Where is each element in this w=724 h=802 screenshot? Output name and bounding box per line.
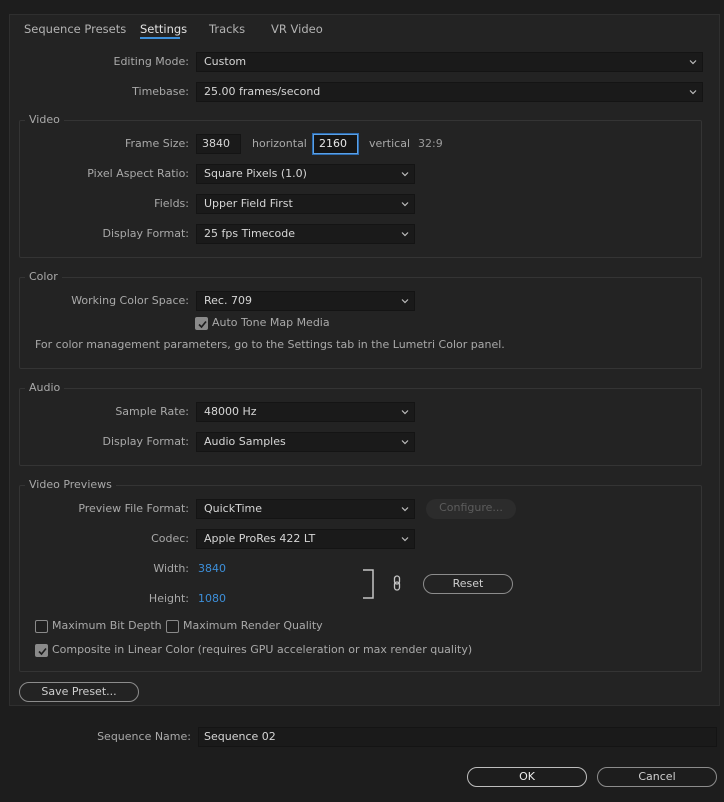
max-render-quality-label: Maximum Render Quality <box>183 619 323 632</box>
chevron-down-icon <box>401 410 409 415</box>
active-tab-indicator <box>140 37 180 39</box>
composite-linear-color-label: Composite in Linear Color (requires GPU … <box>52 643 473 656</box>
audio-group <box>19 388 702 466</box>
auto-tone-map-checkbox[interactable] <box>195 317 208 330</box>
preview-height-value[interactable]: 1080 <box>198 592 226 605</box>
composite-linear-color-checkbox[interactable] <box>35 644 48 657</box>
chevron-down-icon <box>401 232 409 237</box>
pixel-aspect-ratio-label: Pixel Aspect Ratio: <box>87 167 189 180</box>
pixel-aspect-ratio-value: Square Pixels (1.0) <box>204 167 307 180</box>
working-color-space-label: Working Color Space: <box>71 294 189 307</box>
chevron-down-icon <box>401 202 409 207</box>
tab-vr-video[interactable]: VR Video <box>271 22 323 36</box>
chevron-down-icon <box>401 440 409 445</box>
preview-height-label: Height: <box>148 592 189 605</box>
video-display-format-value: 25 fps Timecode <box>204 227 296 240</box>
fields-label: Fields: <box>154 197 189 210</box>
max-render-quality-checkbox[interactable] <box>166 620 179 633</box>
pixel-aspect-ratio-select[interactable]: Square Pixels (1.0) <box>196 164 415 184</box>
timebase-value: 25.00 frames/second <box>204 85 321 98</box>
audio-display-format-label: Display Format: <box>102 435 189 448</box>
preview-file-format-value: QuickTime <box>204 502 263 515</box>
constrain-proportions-icon[interactable] <box>392 575 402 591</box>
horizontal-label: horizontal <box>252 137 307 150</box>
sequence-name-input[interactable]: Sequence 02 <box>198 727 717 747</box>
auto-tone-map-label: Auto Tone Map Media <box>212 316 330 329</box>
fields-select[interactable]: Upper Field First <box>196 194 415 214</box>
video-display-format-select[interactable]: 25 fps Timecode <box>196 224 415 244</box>
tab-tracks[interactable]: Tracks <box>209 22 245 36</box>
sample-rate-select[interactable]: 48000 Hz <box>196 402 415 422</box>
aspect-ratio-readout: 32:9 <box>418 137 443 150</box>
timebase-select[interactable]: 25.00 frames/second <box>196 82 703 102</box>
frame-width-input[interactable]: 3840 <box>196 134 241 154</box>
ok-button[interactable]: OK <box>467 767 587 787</box>
color-group-title: Color <box>25 270 62 283</box>
audio-display-format-value: Audio Samples <box>204 435 286 448</box>
preview-file-format-label: Preview File Format: <box>78 502 189 515</box>
chevron-down-icon <box>401 299 409 304</box>
link-bracket-icon <box>363 569 374 599</box>
reset-button[interactable]: Reset <box>423 574 513 594</box>
preview-file-format-select[interactable]: QuickTime <box>196 499 415 519</box>
timebase-label: Timebase: <box>132 85 189 98</box>
editing-mode-label: Editing Mode: <box>113 55 190 68</box>
preview-width-label: Width: <box>153 562 189 575</box>
tab-settings[interactable]: Settings <box>140 22 187 36</box>
checkmark-icon <box>198 320 207 329</box>
video-group-title: Video <box>25 113 64 126</box>
save-preset-button[interactable]: Save Preset... <box>19 682 139 702</box>
editing-mode-value: Custom <box>204 55 247 68</box>
tab-sequence-presets[interactable]: Sequence Presets <box>24 22 126 36</box>
sequence-name-label: Sequence Name: <box>97 730 191 743</box>
checkmark-icon <box>38 647 47 656</box>
color-management-note: For color management parameters, go to t… <box>35 338 505 351</box>
working-color-space-select[interactable]: Rec. 709 <box>196 291 415 311</box>
frame-height-input[interactable]: 2160 <box>313 134 358 154</box>
codec-value: Apple ProRes 422 LT <box>204 532 316 545</box>
chevron-down-icon <box>689 60 697 65</box>
frame-size-label: Frame Size: <box>124 137 189 150</box>
audio-display-format-select[interactable]: Audio Samples <box>196 432 415 452</box>
codec-label: Codec: <box>151 532 189 545</box>
configure-button[interactable]: Configure... <box>426 499 516 519</box>
cancel-button[interactable]: Cancel <box>597 767 717 787</box>
max-bit-depth-label: Maximum Bit Depth <box>52 619 162 632</box>
audio-group-title: Audio <box>25 381 65 394</box>
chevron-down-icon <box>689 90 697 95</box>
vertical-label: vertical <box>369 137 411 150</box>
codec-select[interactable]: Apple ProRes 422 LT <box>196 529 415 549</box>
chevron-down-icon <box>401 507 409 512</box>
preview-width-value[interactable]: 3840 <box>198 562 226 575</box>
sample-rate-value: 48000 Hz <box>204 405 257 418</box>
sample-rate-label: Sample Rate: <box>115 405 189 418</box>
chevron-down-icon <box>401 172 409 177</box>
working-color-space-value: Rec. 709 <box>204 294 252 307</box>
max-bit-depth-checkbox[interactable] <box>35 620 48 633</box>
chevron-down-icon <box>401 537 409 542</box>
fields-value: Upper Field First <box>204 197 293 210</box>
video-previews-group-title: Video Previews <box>25 478 116 491</box>
video-display-format-label: Display Format: <box>102 227 189 240</box>
editing-mode-select[interactable]: Custom <box>196 52 703 72</box>
